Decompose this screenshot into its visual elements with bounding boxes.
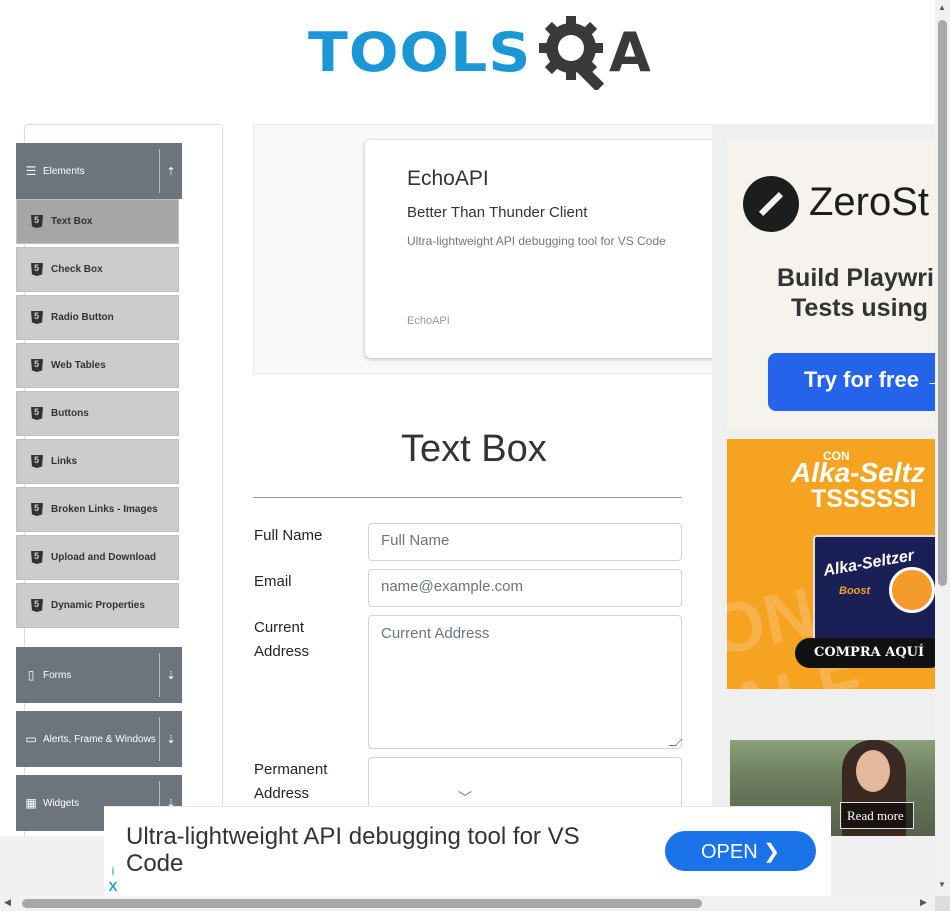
sidebar-item-label: Check Box	[51, 264, 103, 275]
email-label: Email	[254, 573, 292, 590]
sidebar-item-dynamic-properties[interactable]: Dynamic Properties	[16, 583, 179, 628]
scroll-right-icon[interactable]: ▶	[920, 897, 927, 908]
html5-icon	[31, 551, 43, 564]
bottom-ad-text: Ultra-lightweight API debugging tool for…	[126, 823, 580, 877]
chevron-down-icon[interactable]: ﹀	[458, 788, 472, 808]
person-face	[856, 750, 890, 792]
group-elements[interactable]: ☰ Elements ⇡	[16, 143, 182, 199]
group-forms-label: Forms	[43, 669, 72, 681]
zerostep-logo-icon	[743, 176, 799, 232]
bottom-banner-ad[interactable]: Ultra-lightweight API debugging tool for…	[104, 806, 831, 896]
ad-subtitle: Better Than Thunder Client	[407, 204, 588, 221]
email-input[interactable]: name@example.com	[368, 569, 682, 607]
current-address-textarea[interactable]: Current Address	[368, 615, 683, 749]
grid-icon: ▦	[25, 796, 37, 810]
open-button[interactable]: OPEN ❯	[665, 831, 816, 871]
page: TOOLS A ☰ Elements ⇡ Text Bo	[0, 0, 950, 911]
zerostep-headline-1: Build Playwri	[777, 264, 934, 292]
toolsqa-logo[interactable]: TOOLS A	[308, 14, 651, 90]
title-divider	[253, 497, 682, 498]
email-placeholder: name@example.com	[381, 578, 523, 595]
logo-suffix: A	[608, 20, 651, 84]
sidebar-item-broken-links[interactable]: Broken Links - Images	[16, 487, 179, 532]
html5-icon	[31, 311, 43, 324]
full-name-input[interactable]: Full Name	[368, 523, 682, 561]
sidebar-item-text-box[interactable]: Text Box	[16, 199, 179, 244]
scroll-up-icon[interactable]: ▲	[938, 3, 946, 12]
compra-aqui-button[interactable]: COMPRA AQUÍ	[795, 638, 935, 668]
group-forms[interactable]: ▯ Forms ⇣	[16, 647, 182, 703]
html5-icon	[31, 455, 43, 468]
sidebar-item-radio-button[interactable]: Radio Button	[16, 295, 179, 340]
html5-icon	[31, 215, 43, 228]
sidebar-item-label: Links	[51, 456, 78, 467]
group-alerts-label: Alerts, Frame & Windows	[43, 733, 156, 745]
sidebar-item-label: Broken Links - Images	[51, 504, 158, 515]
current-address-label-2: Address	[254, 643, 310, 660]
html5-icon	[31, 407, 43, 420]
sidebar-item-label: Web Tables	[51, 360, 106, 371]
sidebar-item-links[interactable]: Links	[16, 439, 179, 484]
alka-tss: TSSSSSI	[811, 485, 917, 513]
zerostep-ad[interactable]: ZeroSt Build Playwri Tests using Try for…	[727, 140, 935, 428]
full-name-placeholder: Full Name	[381, 532, 450, 549]
current-address-label-1: Current	[254, 619, 305, 636]
vertical-scroll-thumb[interactable]	[938, 20, 947, 586]
collapse-icon[interactable]: ⇡	[160, 165, 182, 178]
group-elements-label: Elements	[43, 165, 85, 177]
scroll-left-icon[interactable]: ◀	[4, 897, 11, 908]
sidebar-item-buttons[interactable]: Buttons	[16, 391, 179, 436]
zerostep-name: ZeroSt	[809, 180, 930, 224]
logo-text: TOOLS	[308, 20, 532, 84]
permanent-address-label-2: Address	[254, 785, 310, 802]
page-title: Text Box	[401, 428, 547, 470]
html5-icon	[31, 503, 43, 516]
sidebar-item-check-box[interactable]: Check Box	[16, 247, 179, 292]
html5-icon	[31, 263, 43, 276]
sidebar-item-label: Upload and Download	[51, 552, 156, 563]
window-icon: ▭	[25, 732, 37, 746]
try-for-free-button[interactable]: Try for free →	[768, 353, 935, 411]
alka-box-sub: Boost	[839, 585, 871, 597]
html5-icon	[31, 359, 43, 372]
vertical-scrollbar[interactable]: ▲ ▼	[935, 0, 950, 896]
ad-title: EchoAPI	[407, 167, 489, 190]
read-more-button[interactable]: Read more	[840, 802, 914, 829]
alka-product-box: Alka-Seltzer Boost	[813, 535, 935, 647]
full-name-label: Full Name	[254, 527, 323, 544]
ad-info-icon[interactable]: i	[106, 864, 120, 878]
tablet-icon	[889, 567, 935, 613]
sidebar-item-label: Dynamic Properties	[51, 600, 145, 611]
ad-description: Ultra-lightweight API debugging tool for…	[407, 234, 666, 248]
permanent-address-label-1: Permanent	[254, 761, 328, 778]
group-alerts-frame-windows[interactable]: ▭ Alerts, Frame & Windows ⇣	[16, 711, 182, 767]
echoapi-ad-card[interactable]: EchoAPI Better Than Thunder Client Ultra…	[365, 140, 725, 358]
zerostep-headline-2: Tests using	[791, 294, 929, 322]
current-address-placeholder: Current Address	[381, 625, 490, 642]
sidebar-item-upload-download[interactable]: Upload and Download	[16, 535, 179, 580]
gear-magnifier-icon	[538, 16, 605, 90]
menu-icon: ☰	[25, 164, 37, 178]
scroll-down-icon[interactable]: ▼	[938, 880, 946, 889]
resize-handle-icon[interactable]	[668, 739, 683, 746]
sidebar-item-label: Radio Button	[51, 312, 114, 323]
expand-icon[interactable]: ⇣	[160, 733, 182, 746]
html5-icon	[31, 599, 43, 612]
try-for-free-label: Try for free	[804, 367, 919, 392]
expand-icon[interactable]: ⇣	[160, 669, 182, 682]
ad-close-icon[interactable]: X	[106, 880, 120, 894]
sidebar-item-label: Buttons	[51, 408, 89, 419]
scrollbar-corner	[935, 896, 950, 911]
horizontal-scroll-thumb[interactable]	[22, 899, 702, 908]
alka-seltzer-ad[interactable]: ON ALE CON Alka-Seltz TSSSSSI Alka-Seltz…	[727, 439, 935, 689]
ad-brand: EchoAPI	[407, 315, 450, 327]
open-label: OPEN	[701, 841, 758, 863]
document-icon: ▯	[27, 668, 35, 682]
horizontal-scrollbar[interactable]: ◀ ▶	[0, 896, 935, 911]
sidebar-item-label: Text Box	[51, 216, 93, 227]
sidebar-item-web-tables[interactable]: Web Tables	[16, 343, 179, 388]
